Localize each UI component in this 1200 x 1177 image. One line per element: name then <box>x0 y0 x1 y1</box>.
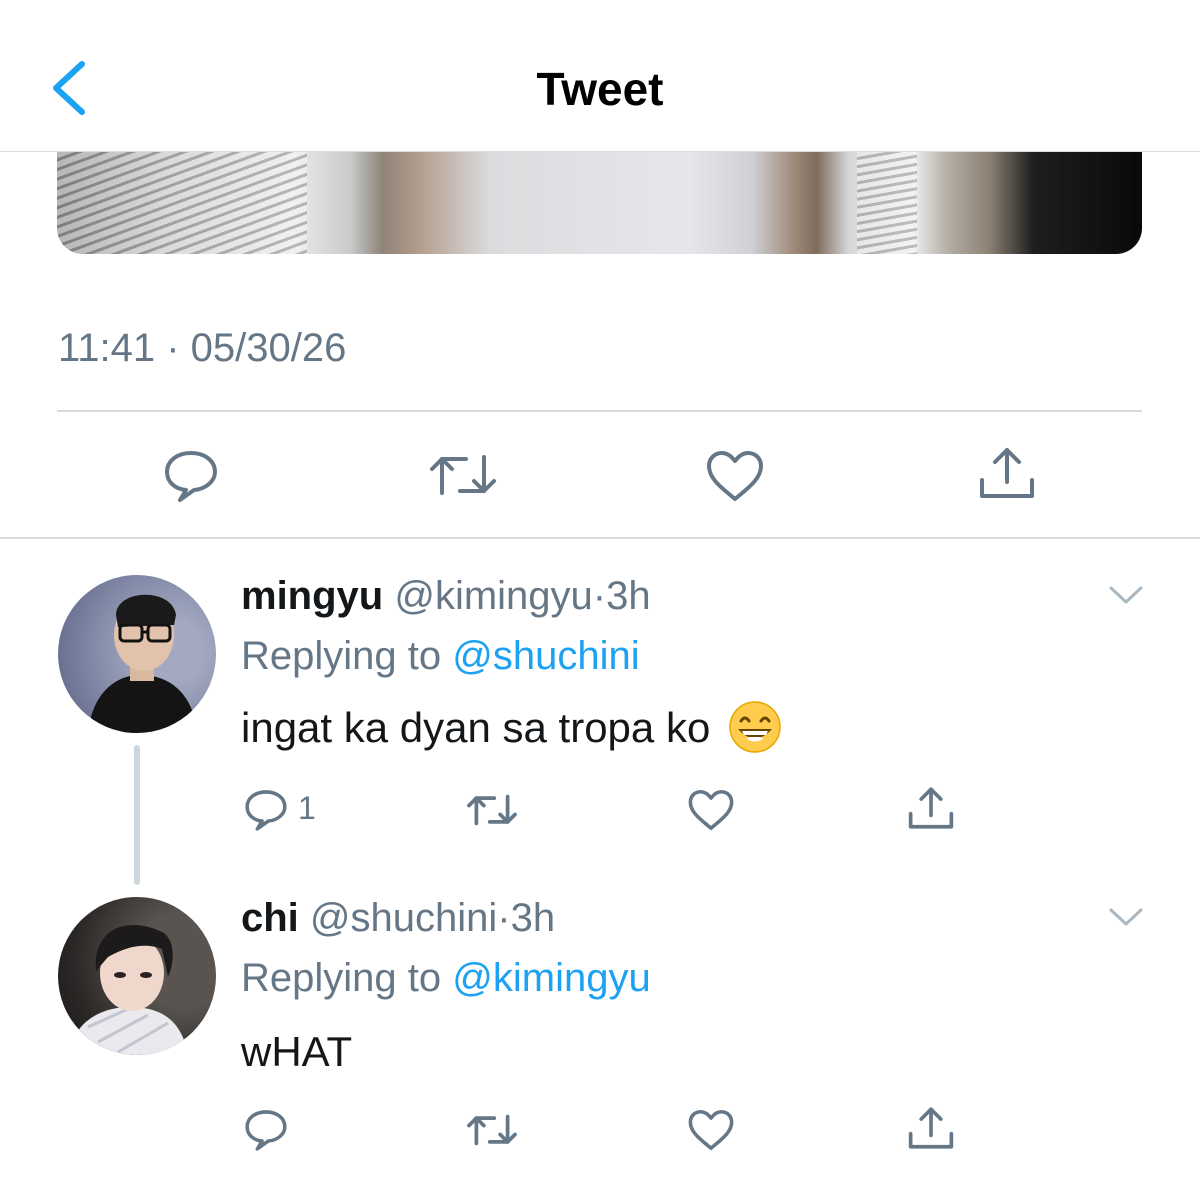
media-blinds-detail <box>57 152 307 254</box>
replying-label: Replying to <box>241 956 442 1000</box>
chevron-down-icon[interactable] <box>1107 584 1145 606</box>
reply-text-content: ingat ka dyan sa tropa ko <box>241 704 711 752</box>
chevron-down-icon[interactable] <box>1107 906 1145 928</box>
display-name[interactable]: chi <box>241 896 299 940</box>
media-blinds-detail <box>857 152 917 254</box>
like-icon[interactable] <box>688 789 734 831</box>
mention-link[interactable]: @shuchini <box>452 634 639 678</box>
share-icon[interactable] <box>907 1106 955 1150</box>
meta-separator: · <box>497 896 511 940</box>
like-icon[interactable] <box>688 1109 734 1151</box>
replying-to: Replying to @kimingyu <box>241 956 651 1001</box>
share-icon[interactable] <box>907 786 955 830</box>
like-icon[interactable] <box>706 450 764 502</box>
retweet-icon[interactable] <box>466 1110 518 1150</box>
reply-text: ingat ka dyan sa tropa ko <box>241 701 782 758</box>
avatar[interactable] <box>58 897 216 1055</box>
replying-label: Replying to <box>241 634 442 678</box>
divider <box>57 410 1142 412</box>
replying-to: Replying to @shuchini <box>241 634 640 679</box>
reply-meta: mingyu @kimingyu·3h <box>241 574 651 619</box>
reply-text: wHAT <box>241 1028 353 1075</box>
avatar[interactable] <box>58 575 216 733</box>
retweet-icon[interactable] <box>428 449 498 501</box>
thread-connector <box>134 745 140 885</box>
reply-meta: chi @shuchini·3h <box>241 896 555 941</box>
reply-time: 3h <box>606 574 651 618</box>
user-handle[interactable]: @kimingyu <box>394 574 592 618</box>
tweet-media-image[interactable] <box>57 152 1142 254</box>
display-name[interactable]: mingyu <box>241 574 383 618</box>
share-icon[interactable] <box>978 446 1036 500</box>
avatar-photo <box>88 594 198 733</box>
user-handle[interactable]: @shuchini <box>310 896 497 940</box>
tweet-timestamp: 11:41 · 05/30/26 <box>58 326 347 370</box>
reply-icon[interactable] <box>163 448 219 504</box>
reply-count: 1 <box>298 790 316 826</box>
nav-header: Tweet <box>0 0 1200 152</box>
retweet-icon[interactable] <box>466 790 518 830</box>
avatar-photo <box>68 924 188 1055</box>
reply-icon[interactable] <box>244 1108 288 1152</box>
section-divider <box>0 537 1200 539</box>
reply-time: 3h <box>510 896 556 940</box>
grinning-face-icon <box>729 701 781 753</box>
page-title: Tweet <box>536 63 664 115</box>
meta-separator: · <box>592 574 607 618</box>
mention-link[interactable]: @kimingyu <box>452 956 650 1000</box>
reply-icon[interactable] <box>244 788 288 832</box>
